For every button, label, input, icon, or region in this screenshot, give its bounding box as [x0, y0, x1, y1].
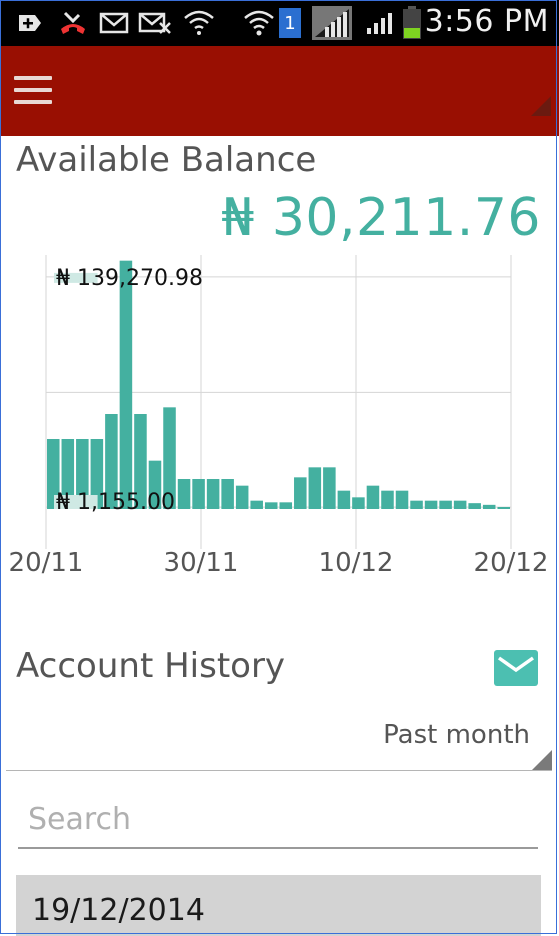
clock: 3:56 PM [424, 4, 549, 39]
account-spinner[interactable] [160, 76, 555, 116]
chart-min-label: ₦ 1,155.00 [56, 490, 175, 515]
mail-icon [98, 8, 130, 38]
action-bar [0, 46, 559, 136]
mail-error-icon [138, 8, 172, 38]
chart-bar [279, 502, 293, 509]
wifi-question-icon [182, 8, 216, 38]
chart-bar [177, 479, 191, 509]
period-label: Past month [383, 720, 530, 750]
chart-bar [352, 497, 365, 509]
wifi-icon [242, 8, 276, 38]
spinner-corner-icon [531, 96, 551, 116]
chart-max-label: ₦ 139,270.98 [56, 266, 203, 291]
chart-bar [294, 477, 307, 509]
chart-bar [192, 479, 205, 509]
chart-bar [323, 467, 336, 509]
x-tick-label: 20/11 [9, 548, 84, 578]
history-date-text: 19/12/2014 [32, 893, 205, 928]
x-tick-label: 10/12 [319, 548, 394, 578]
x-tick-label: 30/11 [164, 548, 239, 578]
status-bar: 1 3:56 PM [0, 0, 559, 46]
chart-bar [424, 500, 438, 509]
chart-bar [206, 479, 220, 509]
chart-bar [119, 260, 133, 509]
chart-bar [221, 479, 234, 509]
chart-bar [497, 507, 510, 509]
signal-icon [310, 6, 354, 40]
history-date-header[interactable]: 19/12/2014 [16, 875, 541, 936]
sim-badge-icon: 1 [278, 8, 302, 38]
chart-bar [366, 485, 380, 509]
period-spinner[interactable]: Past month [6, 714, 552, 771]
chart-bar [410, 500, 423, 509]
dropdown-corner-icon [532, 750, 552, 770]
chart-bar [250, 500, 263, 509]
add-box-icon [14, 8, 44, 38]
chart-bar [264, 502, 278, 509]
account-history-label: Account History [16, 646, 286, 686]
chart-bar [337, 490, 351, 509]
chart-bar [395, 490, 409, 509]
chart-bar [308, 467, 322, 509]
search-input[interactable] [18, 793, 538, 845]
chart-bar [381, 490, 394, 509]
available-balance-label: Available Balance [16, 140, 317, 180]
battery-icon [400, 6, 424, 39]
search-field[interactable] [18, 793, 538, 849]
chart-bar [482, 504, 496, 509]
chart-bar [235, 485, 249, 509]
x-tick-label: 20/12 [474, 548, 549, 578]
hamburger-menu-icon[interactable] [14, 76, 52, 106]
balance-chart: ₦ 139,270.98 ₦ 1,155.00 20/11 30/11 10/12 20/… [9, 255, 549, 578]
envelope-icon[interactable] [494, 650, 538, 686]
chart-bar [468, 503, 481, 509]
chart-bar [439, 500, 452, 509]
signal-small-icon [364, 8, 396, 38]
missed-call-icon [56, 8, 90, 38]
available-balance-value: ₦ 30,211.76 [221, 188, 541, 248]
chart-bar [453, 500, 467, 509]
sim-badge-number: 1 [279, 8, 301, 38]
